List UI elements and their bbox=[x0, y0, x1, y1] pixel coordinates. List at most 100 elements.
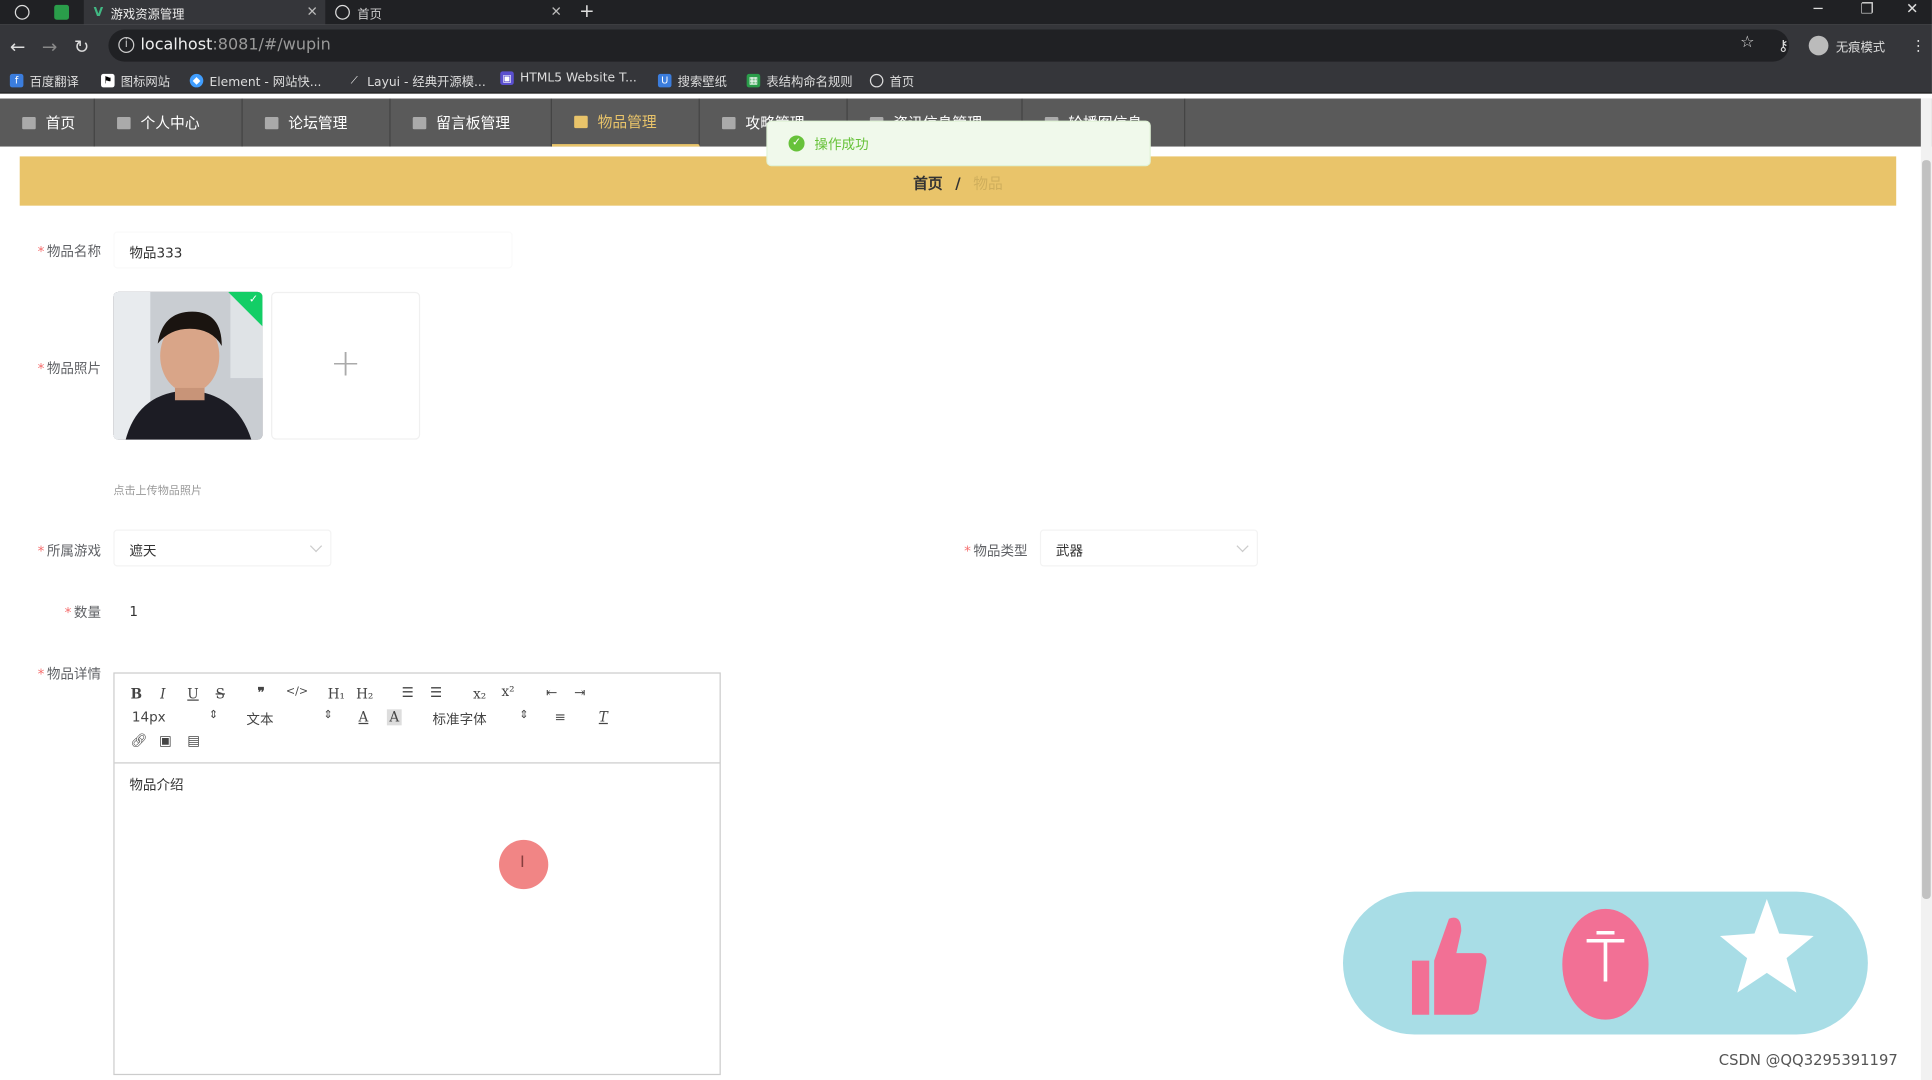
sheet-icon: ▦ bbox=[746, 73, 761, 88]
strike-icon[interactable]: S bbox=[216, 686, 225, 702]
tab-home[interactable]: 首页 ✕ bbox=[328, 0, 569, 25]
new-tab-icon[interactable]: + bbox=[579, 0, 594, 22]
type-select-value: 武器 bbox=[1055, 543, 1084, 560]
bar-chart-icon bbox=[574, 115, 588, 128]
text-color-icon[interactable]: A bbox=[359, 709, 369, 725]
bookmark-item[interactable]: ⚑ 图标网站 bbox=[101, 71, 170, 90]
bookmark-item[interactable]: ⟋ Layui - 经典开源模... bbox=[347, 71, 486, 90]
guide-icon bbox=[722, 116, 736, 129]
globe-icon bbox=[335, 4, 350, 20]
italic-icon[interactable]: I bbox=[160, 686, 165, 702]
outdent-icon[interactable]: ⇤ bbox=[546, 685, 557, 701]
font-size-select[interactable]: 14px ⇕ bbox=[132, 709, 218, 725]
wallpaper-icon: U bbox=[657, 73, 672, 88]
thumbs-up-icon[interactable] bbox=[1407, 911, 1488, 1017]
person-photo bbox=[113, 291, 263, 440]
check-circle-icon: ✓ bbox=[788, 135, 805, 152]
name-input[interactable]: 物品333 bbox=[113, 231, 513, 269]
bookmark-item[interactable]: 首页 bbox=[869, 71, 914, 90]
restore-icon[interactable]: ❐ bbox=[1860, 0, 1873, 17]
bookmark-star-icon[interactable]: ☆ bbox=[1740, 33, 1754, 51]
editor-content[interactable]: 物品介绍 bbox=[129, 775, 183, 795]
superscript-icon[interactable]: x² bbox=[501, 683, 514, 699]
home-icon bbox=[22, 116, 36, 129]
bookmark-item[interactable]: U 搜索壁纸 bbox=[657, 71, 727, 90]
scrollbar-thumb[interactable] bbox=[1922, 160, 1931, 899]
breadcrumb-current: 物品 bbox=[973, 174, 1003, 193]
breadcrumb-home[interactable]: 首页 bbox=[913, 175, 943, 192]
background-color-icon[interactable]: A bbox=[386, 709, 402, 726]
quantity-input[interactable]: 1 bbox=[113, 592, 513, 630]
browser-icon bbox=[14, 4, 30, 20]
page-scrollbar[interactable] bbox=[1920, 98, 1932, 1080]
header1-icon[interactable]: H₁ bbox=[328, 686, 345, 702]
name-label: * 物品名称 bbox=[37, 243, 102, 260]
close-tab-icon[interactable]: ✕ bbox=[307, 4, 318, 20]
incognito-avatar[interactable] bbox=[1808, 35, 1829, 56]
clear-format-icon[interactable]: T bbox=[599, 709, 608, 725]
menu-dots-icon[interactable]: ⋮ bbox=[1911, 37, 1926, 54]
header2-icon[interactable]: H₂ bbox=[356, 686, 373, 702]
back-icon[interactable]: ← bbox=[10, 36, 25, 58]
photo-upload-tip: 点击上传物品照片 bbox=[113, 485, 203, 498]
reload-icon[interactable]: ↻ bbox=[74, 36, 89, 58]
vue-icon: V bbox=[93, 5, 104, 20]
app-tab-icon[interactable] bbox=[54, 4, 69, 20]
toast-message: 操作成功 bbox=[814, 136, 869, 153]
html5-icon: ▣ bbox=[500, 71, 514, 85]
chevron-down-icon bbox=[1236, 540, 1249, 553]
nav-message-board[interactable]: 留言板管理 bbox=[391, 98, 552, 147]
close-window-icon[interactable]: ✕ bbox=[1906, 0, 1918, 17]
translate-icon: f bbox=[9, 73, 24, 88]
link-icon[interactable]: 🔗︎ bbox=[131, 733, 148, 749]
bullet-list-icon[interactable]: ☰ bbox=[430, 685, 442, 701]
font-family-select[interactable]: 标准字体 ⇕ bbox=[432, 709, 528, 729]
code-icon[interactable]: </> bbox=[286, 686, 308, 698]
quantity-label: * 数量 bbox=[64, 604, 102, 621]
ordered-list-icon[interactable]: ☰ bbox=[402, 685, 414, 701]
layui-icon: ⟋ bbox=[350, 75, 358, 87]
profile-label[interactable]: 无痕模式 bbox=[1836, 37, 1885, 56]
star-icon[interactable] bbox=[1718, 894, 1817, 1005]
key-icon[interactable]: ⚷ bbox=[1778, 37, 1789, 54]
message-icon bbox=[412, 116, 427, 129]
pin-to-top-button[interactable]: ⍑ bbox=[1562, 908, 1649, 1020]
tab-game-resource[interactable]: V 游戏资源管理 ✕ bbox=[83, 0, 326, 25]
address-bar: ← → ↻ i localhost:8081/#/wupin ☆ ⚷ 无痕模式 … bbox=[0, 24, 1932, 67]
bookmark-item[interactable]: ▦ 表结构命名规则 bbox=[746, 71, 853, 90]
photo-label: * 物品照片 bbox=[37, 360, 102, 377]
url-text: localhost:8081/#/wupin bbox=[140, 35, 331, 55]
bookmark-item[interactable]: ◆ Element - 网站快... bbox=[189, 71, 321, 90]
align-icon[interactable]: ≡ bbox=[554, 709, 565, 725]
uploaded-photo[interactable]: ✓ bbox=[113, 291, 263, 440]
game-select[interactable]: 遮天 bbox=[113, 529, 332, 567]
blockquote-icon[interactable]: ❞ bbox=[258, 685, 265, 701]
document-icon bbox=[264, 116, 279, 129]
editor-toolbar: B I U S ❞ </> H₁ H₂ ☰ ☰ x₂ x² ⇤ ⇥ 14px ⇕ … bbox=[114, 674, 720, 764]
bookmark-item[interactable]: ▣ HTML5 Website T... bbox=[500, 71, 637, 85]
forward-icon[interactable]: → bbox=[42, 36, 57, 58]
bookmark-item[interactable]: f 百度翻译 bbox=[9, 71, 79, 90]
indent-icon[interactable]: ⇥ bbox=[574, 685, 585, 701]
close-tab-icon[interactable]: ✕ bbox=[550, 4, 561, 20]
underline-icon[interactable]: U bbox=[187, 686, 198, 702]
subscript-icon[interactable]: x₂ bbox=[473, 686, 486, 702]
nav-personal-center[interactable]: 个人中心 bbox=[95, 98, 243, 147]
flag-icon: ⚑ bbox=[101, 73, 115, 88]
video-icon[interactable]: ▤ bbox=[187, 733, 200, 749]
cursor-indicator: I bbox=[499, 839, 549, 890]
nav-forum[interactable]: 论坛管理 bbox=[243, 98, 391, 147]
user-icon bbox=[117, 116, 131, 129]
site-info-icon[interactable]: i bbox=[118, 36, 135, 53]
minimize-icon[interactable]: ─ bbox=[1814, 0, 1823, 17]
nav-home[interactable]: 首页 bbox=[0, 98, 95, 147]
header-select[interactable]: 文本 ⇕ bbox=[246, 709, 332, 729]
bold-icon[interactable]: B bbox=[131, 686, 142, 702]
image-icon[interactable]: ▣ bbox=[159, 733, 172, 749]
nav-items[interactable]: 物品管理 bbox=[551, 98, 700, 147]
url-field[interactable]: i localhost:8081/#/wupin ☆ bbox=[108, 29, 1790, 62]
type-select[interactable]: 武器 bbox=[1039, 529, 1258, 567]
text-cursor-icon: I bbox=[519, 853, 525, 872]
pin-top-icon: ⍑ bbox=[1586, 923, 1625, 998]
photo-upload-button[interactable]: + bbox=[271, 291, 421, 440]
